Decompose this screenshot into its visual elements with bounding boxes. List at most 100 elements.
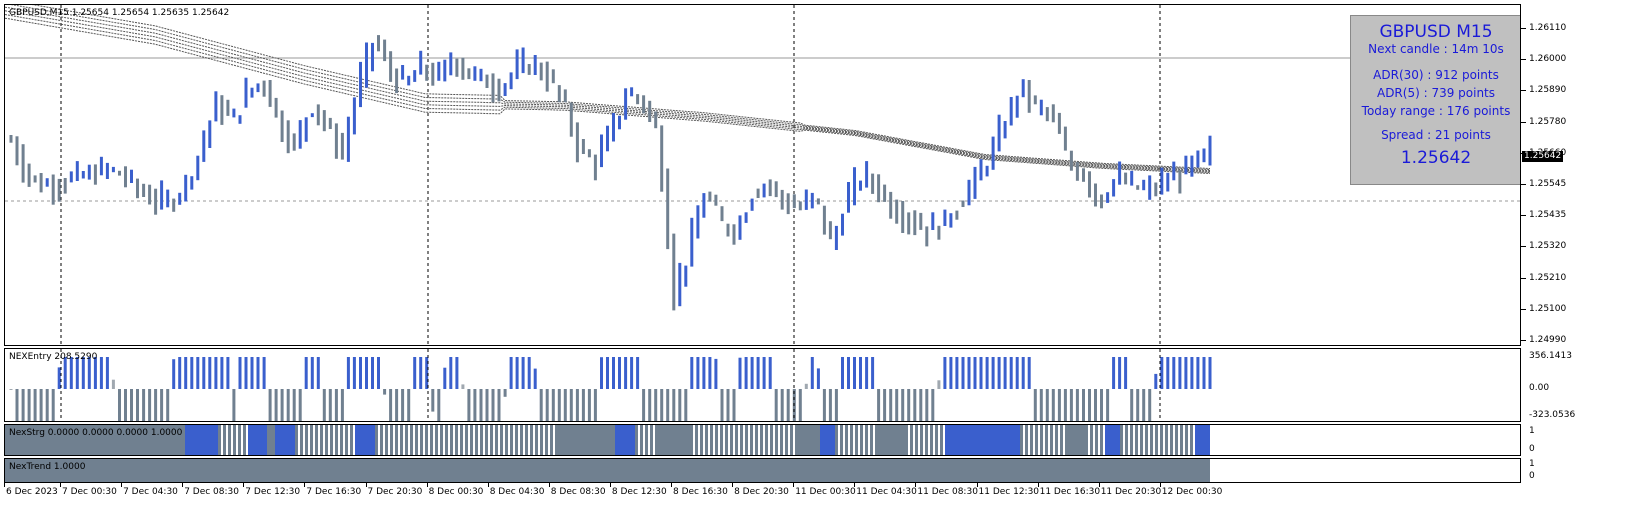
nexentry-bar bbox=[1045, 389, 1049, 421]
price-axis-label: 1.25890 bbox=[1529, 85, 1567, 96]
nexentry-bar bbox=[762, 357, 766, 389]
nexentry-bar bbox=[473, 389, 477, 421]
nexstrg-bar bbox=[930, 425, 933, 455]
time-axis-tick bbox=[365, 483, 367, 487]
nexentry-bar bbox=[901, 389, 905, 421]
time-axis-tick bbox=[1159, 483, 1161, 487]
time-axis-label: 6 Dec 2023 bbox=[6, 487, 58, 497]
price-bar bbox=[925, 226, 929, 247]
info-panel: GBPUSD M15 Next candle : 14m 10s ADR(30)… bbox=[1350, 15, 1520, 185]
nexentry-bar bbox=[907, 389, 911, 421]
nexstrg-bar bbox=[530, 425, 533, 455]
nexstrg-bar bbox=[1185, 425, 1188, 455]
nexentry-bar bbox=[1057, 389, 1061, 421]
price-axis-label: 1.26110 bbox=[1529, 23, 1567, 33]
nexentry-bar bbox=[708, 357, 712, 389]
nexentry-bar bbox=[298, 389, 302, 421]
price-axis[interactable]: 1.261101.260001.258901.257801.256601.255… bbox=[1521, 4, 1641, 346]
price-bar bbox=[991, 136, 995, 170]
price-bar bbox=[690, 217, 694, 267]
nexentry-bar bbox=[1136, 389, 1140, 421]
nexstrg-block bbox=[655, 425, 690, 455]
price-bar bbox=[1160, 167, 1164, 195]
time-axis-tick bbox=[732, 483, 734, 487]
price-bar bbox=[268, 80, 272, 107]
nexentry-bar bbox=[925, 389, 929, 421]
price-bar bbox=[618, 115, 621, 130]
price-chart-pane[interactable]: GBPUSD,M15 1.25654 1.25654 1.25635 1.256… bbox=[4, 4, 1521, 346]
price-bar bbox=[630, 87, 634, 97]
nexentry-bar bbox=[660, 389, 664, 421]
nexentry-bar bbox=[985, 357, 989, 389]
price-bar bbox=[262, 80, 266, 97]
nexentry-bar bbox=[1003, 357, 1007, 389]
nexstrg-bar bbox=[550, 425, 553, 455]
nexentry-bar bbox=[413, 357, 417, 389]
price-bar bbox=[545, 61, 549, 92]
nexentry-bar bbox=[1190, 357, 1194, 389]
nexentry-bar bbox=[1106, 389, 1110, 421]
nexentry-bar bbox=[383, 389, 387, 395]
price-bar bbox=[467, 68, 471, 80]
nexstrg-bar bbox=[223, 425, 226, 455]
nexstrg-bar bbox=[1155, 425, 1158, 455]
nexstrg-bar bbox=[730, 425, 733, 455]
time-axis-label: 11 Dec 20:30 bbox=[1100, 487, 1162, 497]
price-bar bbox=[756, 188, 760, 198]
price-bar bbox=[401, 65, 405, 80]
price-axis-label: 1.24990 bbox=[1529, 335, 1567, 345]
nexstrg-bar bbox=[400, 425, 403, 455]
nexentry-pane[interactable]: NEXEntry 208.5290 bbox=[4, 348, 1521, 422]
nexstrg-bar bbox=[233, 425, 236, 455]
nexentry-bar bbox=[1033, 389, 1037, 421]
price-bar bbox=[256, 83, 260, 93]
time-axis-tick bbox=[793, 483, 795, 487]
nexentry-bar bbox=[539, 389, 543, 421]
price-bar bbox=[346, 116, 350, 162]
price-bar bbox=[961, 200, 965, 207]
nexstrg-block bbox=[875, 425, 905, 455]
price-bar bbox=[1124, 172, 1128, 185]
nexstrg-bar bbox=[505, 425, 508, 455]
time-axis-tick bbox=[1098, 483, 1100, 487]
nexentry-bar bbox=[503, 389, 507, 397]
price-bar bbox=[455, 58, 459, 77]
info-spread: Spread : 21 points bbox=[1381, 128, 1491, 142]
nexstrg-bar bbox=[1030, 425, 1033, 455]
nexstrg-bar bbox=[380, 425, 383, 455]
time-axis[interactable]: 6 Dec 2023 7 Dec 00:30 7 Dec 04:30 7 Dec 08… bbox=[4, 483, 1521, 503]
nexstrg-bar bbox=[385, 425, 388, 455]
nexentry-bar bbox=[1178, 357, 1182, 389]
nexentry-bar bbox=[1112, 357, 1116, 389]
price-bar bbox=[714, 194, 718, 206]
nexentry-bar bbox=[895, 389, 899, 421]
nexentry-bar bbox=[178, 357, 182, 389]
price-bar bbox=[27, 163, 31, 187]
nexentry-bar bbox=[1148, 389, 1152, 421]
time-axis-label: 7 Dec 00:30 bbox=[62, 487, 117, 497]
price-bar bbox=[1184, 155, 1188, 175]
nexentry-bar bbox=[557, 389, 561, 421]
price-bar bbox=[937, 225, 941, 240]
nexstrg-bar bbox=[840, 425, 843, 455]
info-today-range: Today range : 176 points bbox=[1361, 104, 1511, 118]
nexentry-bar bbox=[136, 389, 139, 421]
price-bar bbox=[1057, 112, 1061, 134]
nexentry-bar bbox=[280, 389, 284, 421]
nexentry-bar bbox=[828, 389, 832, 421]
price-bar bbox=[804, 189, 808, 210]
nexentry-bar bbox=[292, 389, 296, 421]
nextrend-zero-label: 0 bbox=[1529, 471, 1535, 481]
nexstrg-pane[interactable]: NexStrg 0.0000 0.0000 0.0000 1.0000 bbox=[4, 424, 1521, 456]
nexstrg-bar bbox=[475, 425, 478, 455]
nexstrg-bar bbox=[310, 425, 313, 455]
nexstrg-bar bbox=[780, 425, 783, 455]
price-bar bbox=[907, 212, 911, 235]
time-axis-label: 11 Dec 08:30 bbox=[917, 487, 978, 497]
price-bar bbox=[280, 110, 284, 142]
price-bar bbox=[521, 47, 525, 74]
price-bar bbox=[359, 61, 362, 108]
price-bar bbox=[419, 50, 423, 75]
nexstrg-bar bbox=[715, 425, 718, 455]
nextrend-pane[interactable]: NexTrend 1.0000 bbox=[4, 458, 1521, 483]
